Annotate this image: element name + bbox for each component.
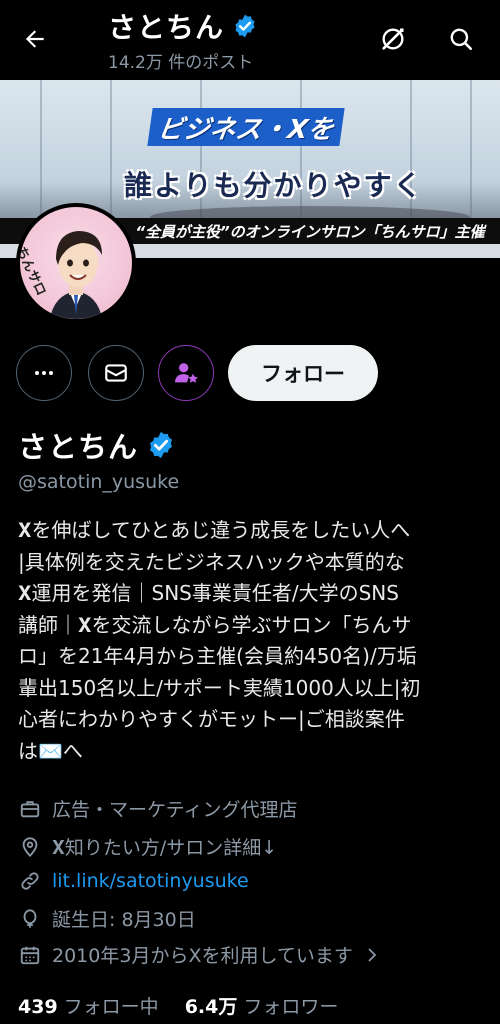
category-row: 広告・マーケティング代理店 [18,795,297,822]
chevron-right-icon [368,947,377,962]
website-row[interactable]: lit.link/satotinyusuke [18,869,249,893]
subscribe-button[interactable] [158,345,214,401]
joined-text: 2010年3月からXを利用しています [52,945,353,967]
top-bar: さとちん 14.2万 件のポスト [0,0,500,80]
followers-label: フォロワー [243,996,339,1018]
following-count: 439 [18,996,58,1018]
following-label: フォロー中 [63,996,159,1018]
follow-counts: 439 フォロー中 6.4万 フォロワー [18,992,338,1019]
display-name: さとちん [18,430,139,464]
banner-subheadline: 誰よりも分かりやすく [124,169,424,202]
banner-headline: ビジネス・Xを [147,108,345,146]
header-title: さとちん [108,11,225,44]
follow-button[interactable]: フォロー [228,345,378,401]
location-text: 𝐗知りたい方/サロン詳細↓ [52,837,278,859]
person-star-icon [174,363,198,383]
envelope-icon [105,364,127,382]
location-row: 𝐗知りたい方/サロン詳細↓ [18,833,277,860]
birthday-row: 誕生日: 8月30日 [18,905,196,932]
avatar[interactable]: ちんサロ [16,203,136,323]
message-button[interactable] [88,345,144,401]
birthday-text: 誕生日: 8月30日 [52,909,196,931]
search-icon [450,28,473,51]
followers-count: 6.4万 [184,996,238,1018]
followers-link[interactable]: 6.4万 フォロワー [185,992,339,1019]
user-handle: @satotin_yusuke [18,471,180,493]
grok-icon [382,28,404,50]
search-button[interactable] [440,18,482,60]
grok-button[interactable] [372,18,414,60]
balloon-icon [18,907,42,931]
category-text: 広告・マーケティング代理店 [52,799,298,821]
back-button[interactable] [14,18,56,60]
more-icon [35,371,53,375]
verified-badge-icon[interactable] [146,430,176,460]
more-button[interactable] [16,345,72,401]
briefcase-icon [18,797,42,821]
verified-badge-icon [235,14,255,38]
profile-bio: 𝐗を伸ばしてひとあじ違う成長をしたい人へ |具体例を交えたビジネスハックや本質的… [18,518,421,763]
link-icon [18,869,42,893]
arrow-left-icon [25,30,44,48]
profile-page: さとちん 14.2万 件のポスト ビジネス・Xを 誰よりも分かりやすく “全員が… [0,0,500,1024]
display-name-row: さとちん [18,424,176,466]
calendar-icon [18,943,42,967]
post-count: 14.2万 件のポスト [108,53,254,73]
header-title-block: さとちん 14.2万 件のポスト [108,6,258,73]
following-link[interactable]: 439 フォロー中 [18,992,159,1019]
location-pin-icon [18,835,42,859]
website-link[interactable]: lit.link/satotinyusuke [52,870,249,892]
joined-row[interactable]: 2010年3月からXを利用しています [18,941,381,968]
